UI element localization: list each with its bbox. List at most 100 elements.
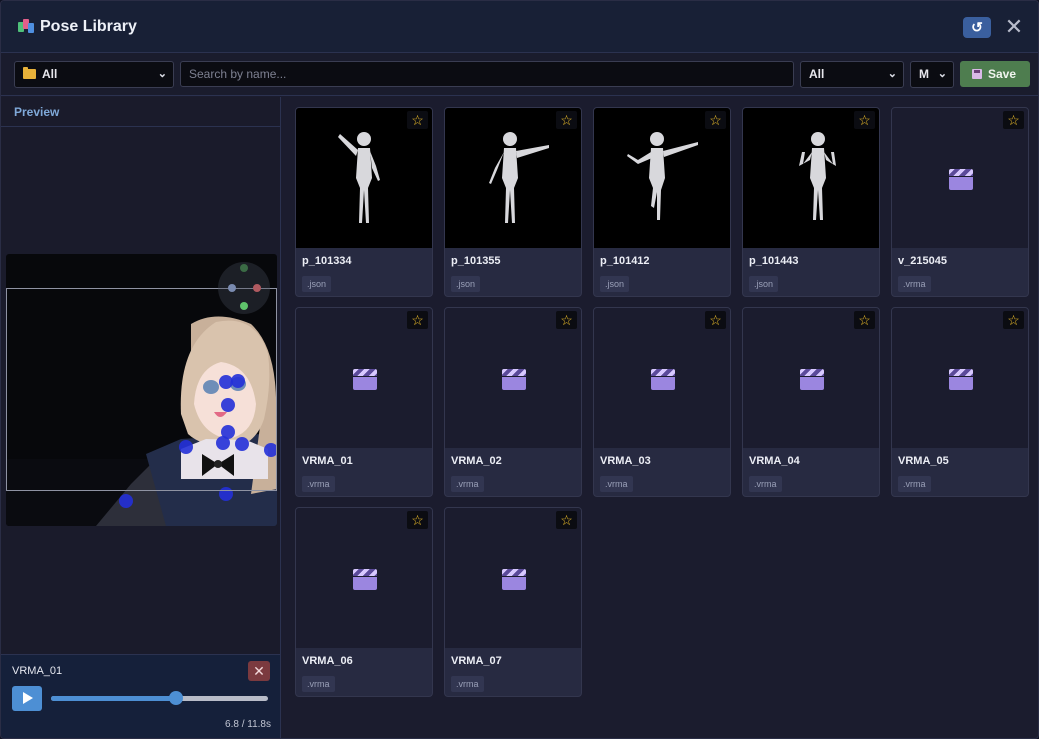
pose-card[interactable]: ☆ v_215045 .vrma (891, 107, 1029, 297)
file-type-badge: .vrma (302, 476, 335, 492)
pose-card[interactable]: ☆ VRMA_02 .vrma (444, 307, 582, 497)
folder-select[interactable]: All ⌄ (14, 61, 174, 88)
folder-select-value: All (42, 67, 58, 81)
pose-name: VRMA_07 (451, 655, 502, 667)
axis-gizmo[interactable] (218, 262, 270, 314)
pose-card[interactable]: ☆ VRMA_07 .vrma (444, 507, 582, 697)
pose-thumbnail (743, 308, 879, 448)
pose-card[interactable]: ☆ VRMA_04 .vrma (742, 307, 880, 497)
floppy-disk-icon (972, 69, 982, 79)
chevron-down-icon: ⌄ (157, 68, 167, 80)
favorite-star-icon[interactable]: ☆ (556, 511, 577, 529)
file-type-badge: .vrma (451, 676, 484, 692)
app-icon (18, 18, 34, 35)
save-button[interactable]: Save (960, 61, 1030, 87)
pose-card[interactable]: ☆ p_101443 .json (742, 107, 880, 297)
pose-card[interactable]: ☆ p_101412 .json (593, 107, 731, 297)
playback-panel: VRMA_01 ✕ 6.8 / 11.8s (1, 654, 280, 738)
play-button[interactable] (12, 686, 42, 711)
search-input[interactable] (180, 61, 794, 87)
pose-name: VRMA_05 (898, 455, 949, 467)
file-type-badge: .json (451, 276, 481, 292)
pose-card[interactable]: ☆ VRMA_06 .vrma (295, 507, 433, 697)
timeline-progress (51, 696, 177, 701)
pose-name: p_101334 (302, 255, 352, 267)
favorite-star-icon[interactable]: ☆ (854, 311, 875, 329)
pose-thumbnail (594, 308, 730, 448)
pose-card[interactable]: ☆ VRMA_05 .vrma (891, 307, 1029, 497)
file-type-badge: .json (302, 276, 332, 292)
pose-name: p_101412 (600, 255, 650, 267)
favorite-star-icon[interactable]: ☆ (407, 511, 428, 529)
refresh-button[interactable]: ↺ (963, 17, 991, 38)
pose-card[interactable]: ☆ p_101355 .json (444, 107, 582, 297)
chevron-down-icon: ⌄ (937, 68, 947, 80)
mode-select[interactable]: M ⌄ (910, 61, 954, 88)
pose-name: VRMA_06 (302, 655, 353, 667)
favorite-star-icon[interactable]: ☆ (1003, 311, 1024, 329)
3d-preview-viewport[interactable] (6, 254, 277, 526)
pose-thumbnail (445, 108, 581, 248)
pose-thumbnail (296, 108, 432, 248)
pose-name: v_215045 (898, 255, 947, 267)
pose-name: VRMA_03 (600, 455, 651, 467)
pose-thumbnail (892, 108, 1028, 248)
toolbar: All ⌄ All ⌄ M ⌄ Save (1, 53, 1038, 96)
title-bar: Pose Library ↺ ✕ (1, 1, 1038, 53)
pose-name: VRMA_04 (749, 455, 800, 467)
close-window-button[interactable]: ✕ (1003, 16, 1025, 38)
pose-card[interactable]: ☆ VRMA_01 .vrma (295, 307, 433, 497)
file-type-badge: .json (600, 276, 630, 292)
pose-thumbnail (594, 108, 730, 248)
file-type-badge: .vrma (600, 476, 633, 492)
pose-card[interactable]: ☆ p_101334 .json (295, 107, 433, 297)
pose-name: VRMA_02 (451, 455, 502, 467)
pose-figure (489, 132, 549, 223)
playback-time: 6.8 / 11.8s (225, 719, 271, 730)
save-button-label: Save (988, 67, 1017, 81)
pose-figure (627, 132, 698, 220)
pose-thumbnail (445, 308, 581, 448)
pose-name: p_101355 (451, 255, 501, 267)
favorite-star-icon[interactable]: ☆ (407, 311, 428, 329)
clapperboard-icon (800, 369, 824, 390)
chevron-down-icon: ⌄ (887, 68, 897, 80)
file-type-badge: .vrma (749, 476, 782, 492)
pose-figure (338, 132, 380, 223)
timeline-thumb[interactable] (169, 691, 184, 705)
stop-playback-button[interactable]: ✕ (248, 661, 270, 681)
divider (1, 126, 280, 127)
pose-name: VRMA_01 (302, 455, 353, 467)
favorite-star-icon[interactable]: ☆ (556, 111, 577, 129)
clapperboard-icon (949, 369, 973, 390)
preview-panel: Preview VRMA_01 ✕ 6.8 / 11.8s (1, 97, 281, 738)
filter-select-value: All (809, 67, 825, 81)
clapperboard-icon (502, 569, 526, 590)
pose-grid: ☆ p_101334 .json ☆ p_101355 .json ☆ p_101412 .js… (282, 97, 1038, 738)
favorite-star-icon[interactable]: ☆ (705, 311, 726, 329)
window-title: Pose Library (40, 17, 137, 35)
clapperboard-icon (353, 369, 377, 390)
filter-select[interactable]: All ⌄ (800, 61, 904, 88)
pose-thumbnail (743, 108, 879, 248)
pose-figure (799, 132, 836, 220)
pose-thumbnail (296, 308, 432, 448)
file-type-badge: .vrma (302, 676, 335, 692)
timeline-slider[interactable] (51, 691, 268, 705)
favorite-star-icon[interactable]: ☆ (407, 111, 428, 129)
clapperboard-icon (502, 369, 526, 390)
file-type-badge: .vrma (451, 476, 484, 492)
mode-select-value: M (919, 67, 929, 81)
favorite-star-icon[interactable]: ☆ (705, 111, 726, 129)
file-type-badge: .json (749, 276, 779, 292)
pose-thumbnail (296, 508, 432, 648)
pose-card[interactable]: ☆ VRMA_03 .vrma (593, 307, 731, 497)
pose-library-window: Pose Library ↺ ✕ All ⌄ All ⌄ M ⌄ Save Pr… (0, 0, 1039, 739)
pose-name: p_101443 (749, 255, 799, 267)
playing-animation-name: VRMA_01 (12, 665, 63, 677)
favorite-star-icon[interactable]: ☆ (556, 311, 577, 329)
file-type-badge: .vrma (898, 276, 931, 292)
camera-frame (6, 288, 277, 491)
favorite-star-icon[interactable]: ☆ (1003, 111, 1024, 129)
favorite-star-icon[interactable]: ☆ (854, 111, 875, 129)
